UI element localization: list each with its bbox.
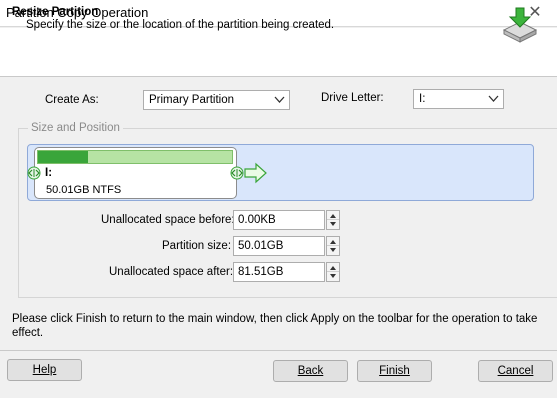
drive-letter-label: Drive Letter: [321,92,384,104]
help-button-label: Help [32,364,57,376]
header-title: Resize Partition [12,6,99,18]
unallocated-before-spinner[interactable] [326,210,340,230]
unallocated-after-spinner[interactable] [326,262,340,282]
help-button[interactable]: Help [7,359,82,381]
spin-up-icon[interactable] [327,211,339,220]
create-as-select[interactable]: Primary Partition [143,90,290,110]
unallocated-before-input[interactable]: 0.00KB [233,210,325,230]
chevron-down-icon [488,95,499,102]
back-button[interactable]: Back [273,360,348,382]
right-resize-handle-icon[interactable] [230,166,244,180]
partition-size-input[interactable]: 50.01GB [233,236,325,256]
header-band [0,28,557,77]
chevron-down-icon [274,96,285,103]
create-as-value: Primary Partition [149,94,234,106]
group-title: Size and Position [28,122,123,134]
footer-divider [0,350,557,351]
unallocated-after-input[interactable]: 81.51GB [233,262,325,282]
partition-size-spinner[interactable] [326,236,340,256]
extend-arrow-icon [244,162,268,184]
drive-letter-select[interactable]: I: [413,89,504,109]
partition-info: 50.01GB NTFS [46,184,122,196]
unallocated-after-label: Unallocated space after: [109,266,234,278]
spin-up-icon[interactable] [327,263,339,272]
spin-down-icon[interactable] [327,246,339,255]
finish-button-label: Finish [379,365,410,377]
left-resize-handle-icon[interactable] [27,166,41,180]
spin-up-icon[interactable] [327,237,339,246]
back-button-label: Back [297,365,324,377]
usage-bar-fill [38,151,88,163]
cancel-button[interactable]: Cancel [478,360,553,382]
finish-button[interactable]: Finish [357,360,432,382]
disk-copy-icon [500,4,540,44]
spin-down-icon[interactable] [327,272,339,281]
partition-letter: I: [45,167,53,179]
create-as-label: Create As: [45,94,99,106]
header-subtitle: Specify the size or the location of the … [26,19,335,31]
finish-hint: Please click Finish to return to the mai… [12,313,538,339]
unallocated-before-label: Unallocated space before: [101,214,235,226]
drive-letter-value: I: [419,93,426,105]
cancel-button-label: Cancel [497,365,534,377]
spin-down-icon[interactable] [327,220,339,229]
partition-size-label: Partition size: [162,240,232,252]
